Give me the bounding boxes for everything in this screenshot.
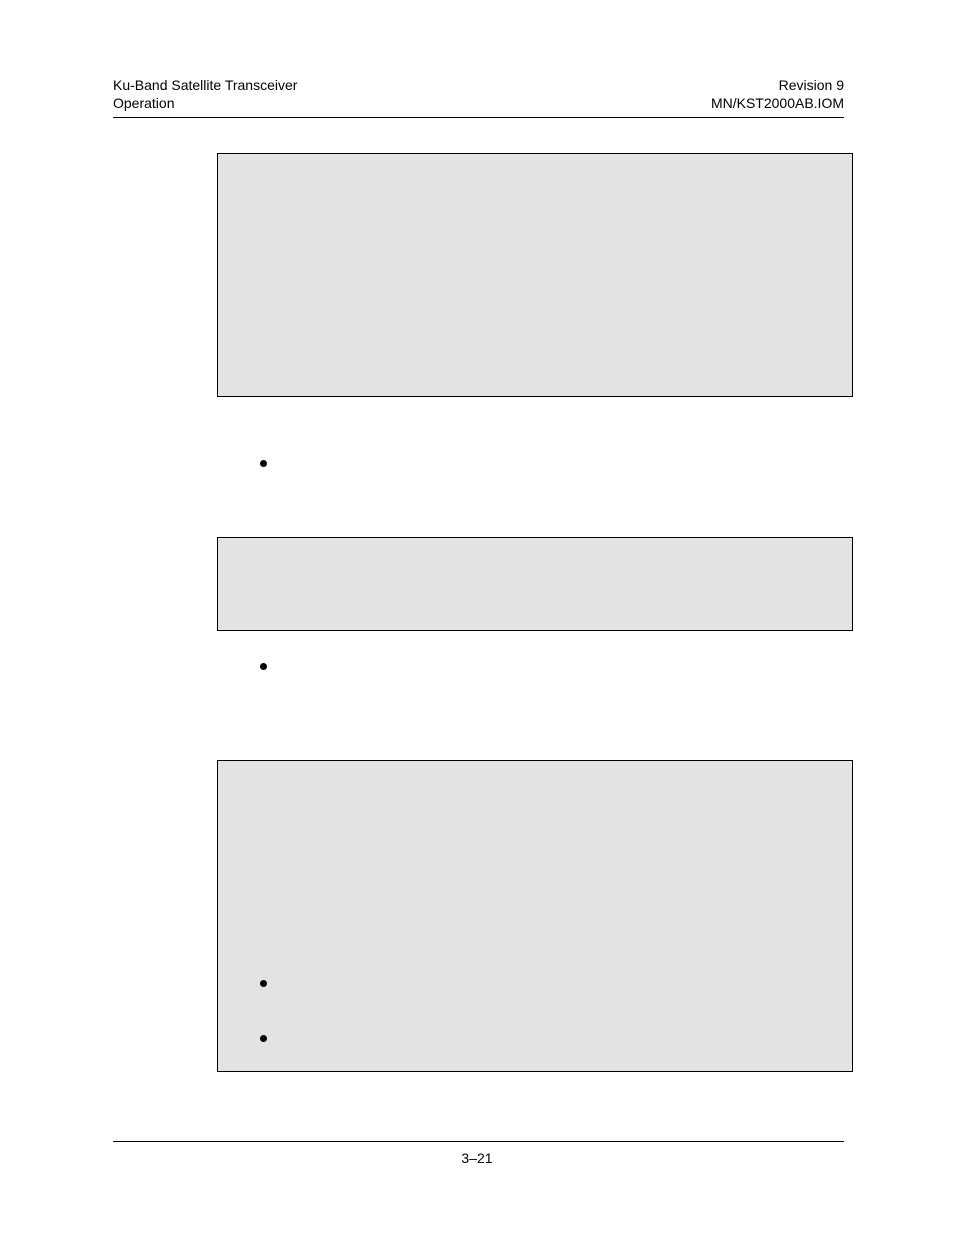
bullet-icon (260, 980, 267, 987)
header-left: Ku-Band Satellite Transceiver Operation (113, 76, 297, 112)
footer-rule (113, 1141, 844, 1142)
callout-box-1 (217, 153, 853, 397)
header-left-line1: Ku-Band Satellite Transceiver (113, 77, 297, 93)
header-right: Revision 9 MN/KST2000AB.IOM (711, 76, 844, 112)
bullet-icon (260, 1035, 267, 1042)
callout-box-3 (217, 760, 853, 1072)
header-left-line2: Operation (113, 95, 174, 111)
header-right-line1: Revision 9 (779, 77, 844, 93)
page: Ku-Band Satellite Transceiver Operation … (0, 0, 954, 1235)
bullet-icon (260, 460, 267, 467)
header-right-line2: MN/KST2000AB.IOM (711, 95, 844, 111)
bullet-icon (260, 663, 267, 670)
page-header: Ku-Band Satellite Transceiver Operation … (113, 76, 844, 112)
page-number: 3–21 (0, 1150, 954, 1166)
callout-box-2 (217, 537, 853, 631)
header-rule (113, 117, 844, 118)
